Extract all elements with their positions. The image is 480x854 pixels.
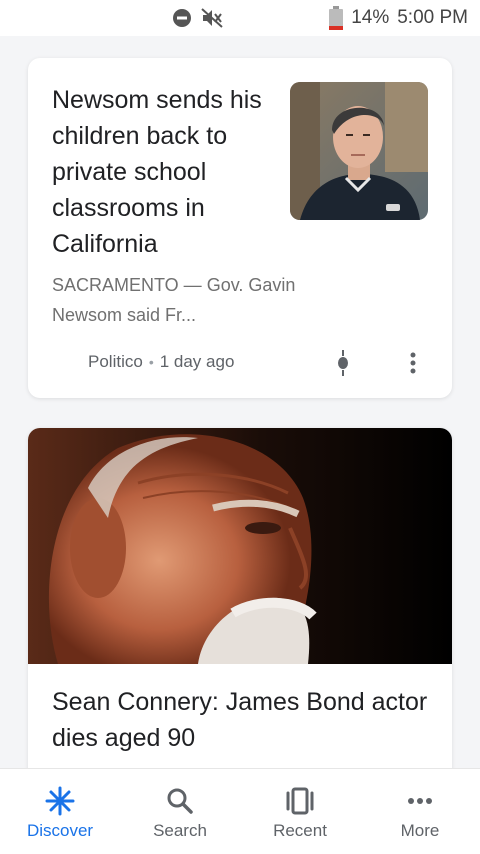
status-icons bbox=[172, 7, 224, 29]
card-snippet: SACRAMENTO — Gov. Gavin Newsom said Fr..… bbox=[52, 275, 296, 325]
card-thumbnail[interactable] bbox=[290, 82, 428, 220]
nav-discover[interactable]: Discover bbox=[0, 769, 120, 854]
news-card[interactable]: Sean Connery: James Bond actor dies aged… bbox=[28, 428, 452, 768]
interest-toggle-icon[interactable] bbox=[334, 350, 352, 381]
more-vertical-icon[interactable] bbox=[408, 350, 418, 381]
recent-cards-icon bbox=[284, 785, 316, 817]
status-bar: 14% 5:00 PM bbox=[0, 0, 480, 36]
nav-label: Discover bbox=[26, 821, 94, 840]
card-source-row: Politico • 1 day ago bbox=[88, 352, 234, 372]
do-not-disturb-icon bbox=[172, 8, 192, 28]
discover-feed[interactable]: Newsom sends his children back to privat… bbox=[0, 36, 480, 768]
nav-label: Recent bbox=[273, 821, 327, 840]
card-hero-image[interactable] bbox=[28, 428, 452, 664]
search-icon bbox=[164, 785, 196, 817]
nav-label: More bbox=[400, 821, 440, 840]
news-card[interactable]: Newsom sends his children back to privat… bbox=[28, 58, 452, 398]
asterisk-icon bbox=[44, 785, 76, 817]
clock: 5:00 PM bbox=[397, 7, 468, 28]
nav-recent[interactable]: Recent bbox=[240, 769, 360, 854]
nav-label: Search bbox=[153, 821, 207, 840]
card-headline[interactable]: Sean Connery: James Bond actor dies aged… bbox=[52, 684, 432, 756]
status-right: 14% 5:00 PM bbox=[329, 6, 468, 30]
published-age: 1 day ago bbox=[159, 352, 235, 371]
more-horizontal-icon bbox=[404, 785, 436, 817]
bottom-navigation: Discover Search Recent More bbox=[0, 768, 480, 854]
battery-icon bbox=[329, 6, 344, 30]
nav-more[interactable]: More bbox=[360, 769, 480, 854]
battery-percent: 14% bbox=[351, 7, 390, 28]
source-name[interactable]: Politico bbox=[88, 352, 143, 372]
mute-icon bbox=[200, 7, 224, 29]
nav-search[interactable]: Search bbox=[120, 769, 240, 854]
card-headline[interactable]: Newsom sends his children back to privat… bbox=[52, 82, 274, 262]
separator: • bbox=[148, 354, 154, 370]
